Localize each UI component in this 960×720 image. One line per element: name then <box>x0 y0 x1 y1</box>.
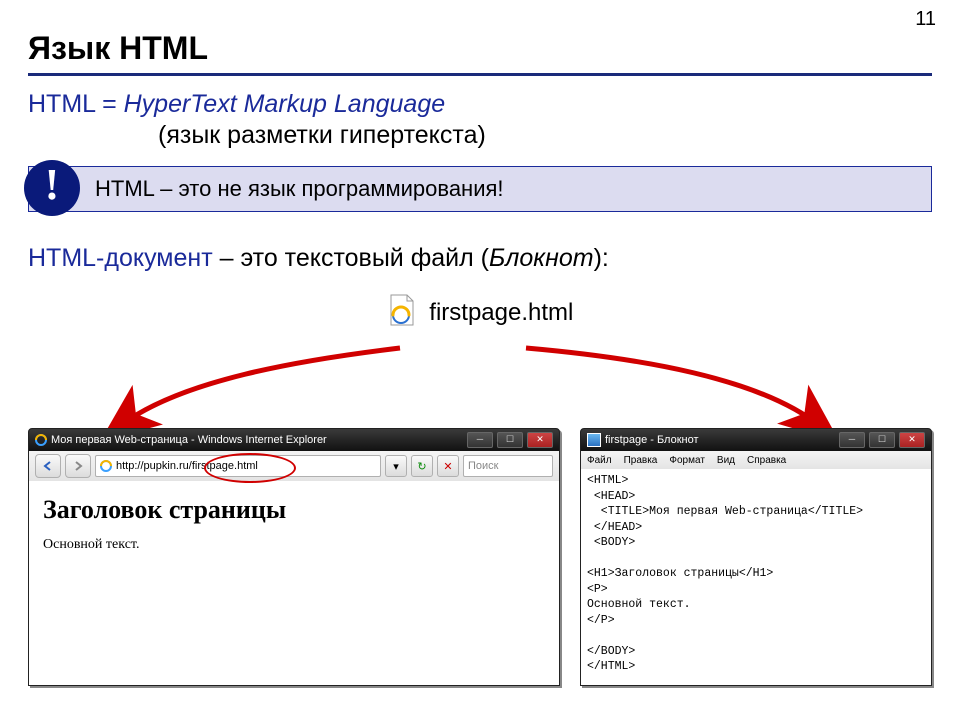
minimize-button[interactable]: ─ <box>839 432 865 448</box>
notepad-title-text: firstpage - Блокнот <box>605 434 839 446</box>
notepad-icon <box>587 433 601 447</box>
close-button[interactable]: ✕ <box>899 432 925 448</box>
browser-content: Заголовок страницы Основной текст. <box>29 481 559 686</box>
definition-line-2: (язык разметки гипертекста) <box>158 121 932 150</box>
close-button[interactable]: ✕ <box>527 432 553 448</box>
search-placeholder: Поиск <box>468 460 498 472</box>
file-row: firstpage.html <box>28 293 932 334</box>
slide-title: Язык HTML <box>28 30 932 67</box>
def-rhs: HyperText Markup Language <box>124 90 446 118</box>
menu-format[interactable]: Формат <box>669 455 705 466</box>
menu-help[interactable]: Справка <box>747 455 786 466</box>
url-prefix: http://pupkin.ru/firstpage <box>116 460 234 472</box>
callout: HTML – это не язык программирования! ! <box>28 166 932 220</box>
notepad-titlebar: firstpage - Блокнот ─ ☐ ✕ <box>581 429 931 451</box>
dropdown-icon[interactable]: ▾ <box>385 455 407 477</box>
doc-line-b: – это текстовый файл ( <box>213 244 489 272</box>
title-underline <box>28 73 932 76</box>
ie-document-icon <box>387 293 417 334</box>
browser-title-text: Моя первая Web-страница - Windows Intern… <box>51 434 467 446</box>
stop-button[interactable]: ✕ <box>437 455 459 477</box>
ie-icon <box>35 434 47 446</box>
page-paragraph: Основной текст. <box>43 537 545 553</box>
minimize-button[interactable]: ─ <box>467 432 493 448</box>
url-suffix: .html <box>234 460 258 472</box>
browser-toolbar: http://pupkin.ru/firstpage.html ▾ ↻ ✕ По… <box>29 451 559 481</box>
notepad-menu: Файл Правка Формат Вид Справка <box>581 451 931 469</box>
menu-edit[interactable]: Правка <box>624 455 658 466</box>
address-bar[interactable]: http://pupkin.ru/firstpage.html <box>95 455 381 477</box>
page-number: 11 <box>915 8 936 31</box>
doc-line-d: ): <box>594 244 609 272</box>
refresh-button[interactable]: ↻ <box>411 455 433 477</box>
doc-line-a: HTML-документ <box>28 244 213 272</box>
browser-titlebar: Моя первая Web-страница - Windows Intern… <box>29 429 559 451</box>
doc-line-c: Блокнот <box>489 244 594 272</box>
search-input[interactable]: Поиск <box>463 455 553 477</box>
maximize-button[interactable]: ☐ <box>869 432 895 448</box>
maximize-button[interactable]: ☐ <box>497 432 523 448</box>
page-h1: Заголовок страницы <box>43 495 545 525</box>
notepad-content[interactable]: <HTML> <HEAD> <TITLE>Моя первая Web-стра… <box>581 469 931 686</box>
file-label: firstpage.html <box>429 299 573 326</box>
definition-line-1: HTML = HyperText Markup Language <box>28 90 932 119</box>
back-button[interactable] <box>35 454 61 478</box>
notepad-window: firstpage - Блокнот ─ ☐ ✕ Файл Правка Фо… <box>580 428 932 686</box>
def-lhs: HTML = <box>28 90 124 118</box>
exclamation-icon: ! <box>24 160 80 216</box>
menu-file[interactable]: Файл <box>587 455 612 466</box>
ie-favicon-icon <box>100 460 112 472</box>
forward-button[interactable] <box>65 454 91 478</box>
document-line: HTML-документ – это текстовый файл (Блок… <box>28 244 932 273</box>
browser-window: Моя первая Web-страница - Windows Intern… <box>28 428 560 686</box>
callout-text: HTML – это не язык программирования! <box>28 166 932 212</box>
menu-view[interactable]: Вид <box>717 455 735 466</box>
